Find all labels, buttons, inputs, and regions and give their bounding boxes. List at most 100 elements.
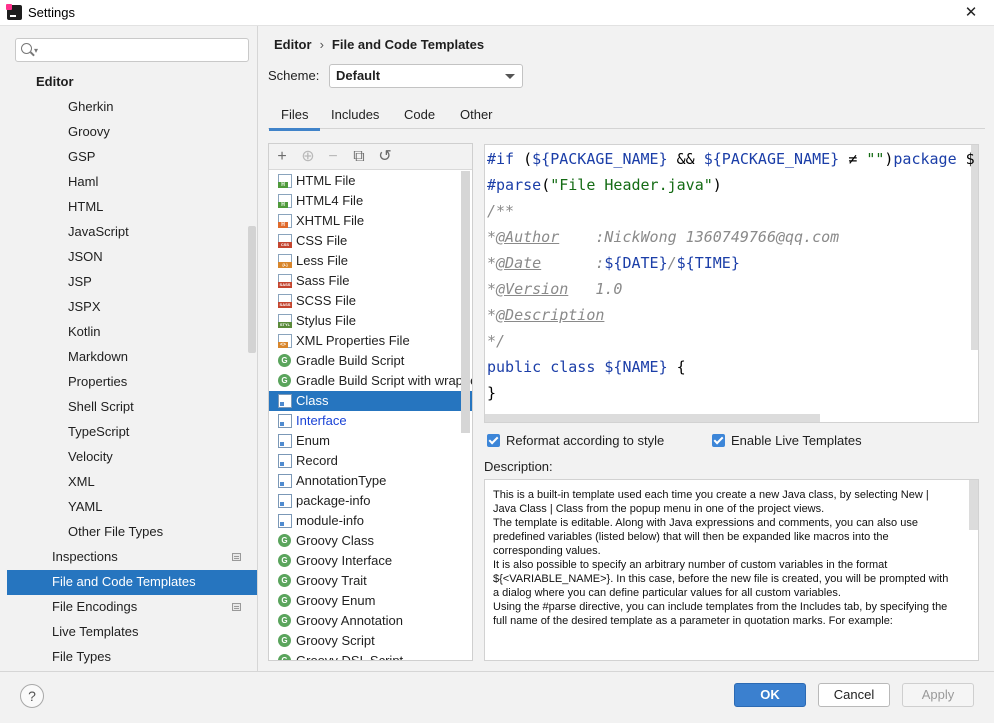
add-child-template-icon[interactable]: ⊕ [299,148,317,166]
description-label: Description: [484,459,553,474]
template-name: Groovy Interface [296,553,393,568]
sidebar-item-haml[interactable]: Haml [68,170,98,195]
reset-template-icon[interactable]: ↺ [376,148,394,166]
add-template-icon[interactable]: + [273,148,291,166]
sidebar-item-label: HTML [68,199,104,214]
java-file-icon [278,454,292,468]
template-list-item[interactable]: Class [269,391,472,411]
template-list-item[interactable]: G Groovy Interface [269,551,472,571]
sidebar-item-kotlin[interactable]: Kotlin [68,320,101,345]
sidebar-item-jspx[interactable]: JSPX [68,295,101,320]
template-list-item[interactable]: H HTML File [269,171,472,191]
code-line: *@Version 1.0 [487,276,622,302]
sidebar-item-file-types[interactable]: File Types [52,645,111,670]
editor-vertical-scrollbar[interactable] [971,145,978,350]
description-paragraph: The template is editable. Along with Jav… [493,517,918,557]
sidebar-item-label: XML [68,474,95,489]
scheme-dropdown[interactable]: Default [329,64,523,88]
template-list-item[interactable]: G Groovy Class [269,531,472,551]
remove-template-icon[interactable]: − [324,148,342,166]
code-token: ≠ [839,150,867,168]
template-list-item[interactable]: G Groovy Annotation [269,611,472,631]
template-list-item[interactable]: G Gradle Build Script with wrapper [269,371,472,391]
editor-horizontal-scrollbar[interactable] [485,414,820,422]
sidebar-item-shell-script[interactable]: Shell Script [68,395,134,420]
sidebar-item-velocity[interactable]: Velocity [68,445,113,470]
sidebar-item-file-and-code-templates[interactable]: File and Code Templates [7,570,257,595]
sidebar-item-yaml[interactable]: YAML [68,495,102,520]
sidebar-item-typescript[interactable]: TypeScript [68,420,129,445]
sidebar-item-jsp[interactable]: JSP [68,270,92,295]
title-bar: Settings ✕ [0,0,994,26]
description-panel[interactable]: This is a built-in template used each ti… [484,479,979,661]
sidebar-item-file-encodings[interactable]: File Encodings [52,595,258,620]
template-list-item[interactable]: G Groovy Trait [269,571,472,591]
ok-button[interactable]: OK [734,683,806,707]
template-list-item[interactable]: SASS SCSS File [269,291,472,311]
breadcrumb-parent[interactable]: Editor [274,37,312,52]
template-list-item[interactable]: package-info [269,491,472,511]
close-icon[interactable]: ✕ [948,0,994,26]
tab-includes[interactable]: Includes [331,107,379,122]
sidebar-item-gherkin[interactable]: Gherkin [68,95,114,120]
tab-other[interactable]: Other [460,107,493,122]
code-token: * [487,280,497,298]
template-code-editor[interactable]: #if (${PACKAGE_NAME} && ${PACKAGE_NAME} … [484,144,979,423]
sidebar-item-gsp[interactable]: GSP [68,145,95,170]
settings-search-input[interactable]: ▾ [15,38,249,62]
sidebar-item-json[interactable]: JSON [68,245,103,270]
java-file-icon [278,414,292,428]
template-list-item[interactable]: CSS CSS File [269,231,472,251]
sidebar-item-label: JSP [68,274,92,289]
sidebar-scrollbar[interactable] [248,226,256,353]
code-token: $ [956,150,975,168]
template-list-item[interactable]: module-info [269,511,472,531]
template-list-item[interactable]: Interface [269,411,472,431]
sidebar-item-html[interactable]: HTML [68,195,103,220]
code-token: ( [514,150,533,168]
help-button[interactable]: ? [20,684,44,708]
sidebar-item-label: Kotlin [68,324,101,339]
description-scrollbar[interactable] [969,480,978,530]
template-list-item[interactable]: H HTML4 File [269,191,472,211]
sidebar-item-live-templates[interactable]: Live Templates [52,620,138,645]
template-list-item[interactable]: <> XML Properties File [269,331,472,351]
template-list-item[interactable]: SASS Sass File [269,271,472,291]
sidebar-item-groovy[interactable]: Groovy [68,120,110,145]
sidebar-item-javascript[interactable]: JavaScript [68,220,129,245]
template-name: Gradle Build Script [296,353,405,368]
template-list-item[interactable]: G Groovy Script [269,631,472,651]
template-list-item[interactable]: AnnotationType [269,471,472,491]
template-list-item[interactable]: {L} Less File [269,251,472,271]
tab-files[interactable]: Files [268,107,322,131]
template-list-item[interactable]: STYL Stylus File [269,311,472,331]
tab-code[interactable]: Code [404,107,435,122]
template-name: CSS File [296,233,348,248]
sidebar-item-xml[interactable]: XML [68,470,95,495]
code-token: : [541,254,605,272]
template-list-item[interactable]: G Gradle Build Script [269,351,472,371]
template-list-scrollbar[interactable] [461,171,470,433]
template-list-item[interactable]: H XHTML File [269,211,472,231]
sidebar-item-label: TypeScript [68,424,130,439]
apply-button[interactable]: Apply [902,683,974,707]
code-line: *@Description [487,302,604,328]
sidebar-item-other-file-types[interactable]: Other File Types [68,520,163,545]
sass-file-icon: SASS [278,274,292,288]
sidebar-item-properties[interactable]: Properties [68,370,127,395]
template-list-item[interactable]: Enum [269,431,472,451]
scss-file-icon: SASS [278,294,292,308]
sidebar-item-markdown[interactable]: Markdown [68,345,128,370]
template-list-item[interactable]: G Groovy Enum [269,591,472,611]
sidebar-item-label: YAML [68,499,103,514]
template-list-item[interactable]: Record [269,451,472,471]
sidebar-item-editor[interactable]: Editor [36,70,74,95]
template-list-item[interactable]: G Groovy DSL Script [269,651,472,660]
html-file-icon: H [278,214,292,228]
description-text: This is a built-in template used each ti… [493,488,955,628]
copy-template-icon[interactable]: ⧉ [350,148,368,166]
template-tabs: Files Includes Code Other [268,101,985,131]
sidebar-item-inspections[interactable]: Inspections [52,545,258,570]
template-name: HTML4 File [296,193,364,208]
cancel-button[interactable]: Cancel [818,683,890,707]
